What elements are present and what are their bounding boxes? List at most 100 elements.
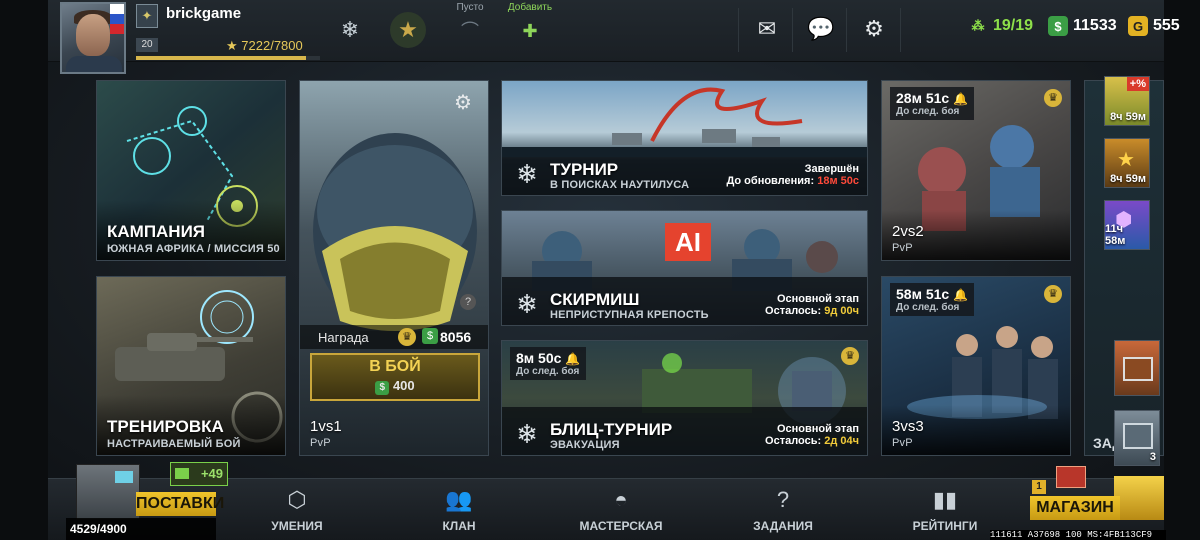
campaign-card[interactable]: КАМПАНИЯ ЮЖНАЯ АФРИКА / МИССИЯ 50	[96, 80, 286, 261]
skirmish-card[interactable]: AI ❄ СКИРМИШ НЕПРИСТУПНАЯ КРЕПОСТЬ Основ…	[501, 210, 868, 326]
blitz-card[interactable]: 8м 50с 🔔 До след. боя ♛ ❄ БЛИЦ-ТУРНИР ЭВ…	[501, 340, 868, 456]
left-edge	[0, 0, 48, 540]
mode-3vs3-type: PvP	[892, 437, 913, 449]
empty-slot[interactable]: Пусто ⌒	[440, 2, 500, 58]
clan-emblem-icon[interactable]: ❄	[332, 12, 368, 48]
crate-offer[interactable]: 3	[1114, 410, 1160, 466]
bell-icon[interactable]: 🔔	[953, 92, 968, 106]
empty-slot-icon: ⌒	[461, 21, 479, 41]
energy-counter[interactable]: ⁂ 19/19	[968, 14, 1034, 38]
partial-card[interactable]: ЗАД	[1084, 80, 1164, 456]
shop-chest-icon	[1056, 466, 1086, 488]
gold-counter[interactable]: G 555	[1128, 14, 1180, 38]
blitz-timer-label: До след. боя	[516, 366, 580, 377]
card-settings-icon[interactable]: ⚙	[448, 87, 478, 117]
battle-cost-value: 400	[392, 378, 415, 393]
crate-count: 3	[1149, 451, 1156, 463]
mail-icon[interactable]: ✉	[748, 10, 786, 48]
energy-value: 19/19	[993, 17, 1034, 34]
offer-time: 11ч 58м	[1105, 223, 1126, 247]
medal-icon[interactable]: ★	[390, 12, 426, 48]
player-level: 20	[136, 38, 158, 52]
battle-cost: $ 400	[312, 378, 478, 395]
battle-button[interactable]: В БОЙ $ 400	[310, 353, 480, 401]
skirmish-status: Основной этап Осталось: 9д 00ч	[765, 293, 859, 317]
money-counter[interactable]: $ 11533	[1048, 14, 1117, 38]
gear-icon[interactable]: ⚙	[855, 10, 893, 48]
xp-bar-fill	[136, 56, 307, 60]
offer-time: 8ч 59м	[1110, 111, 1146, 123]
campaign-title: КАМПАНИЯ	[107, 222, 206, 241]
supplies-bonus[interactable]: +49	[170, 462, 228, 486]
reward-value: 8056	[440, 329, 472, 345]
money-icon: $	[422, 328, 438, 344]
pvp-2vs2-card[interactable]: 28м 51с 🔔 До след. боя ♛ 2vs2 PvP	[881, 80, 1071, 261]
cup-icon: ♛	[398, 328, 416, 346]
supplies-bonus-value: +49	[200, 466, 223, 481]
tournament-card[interactable]: ❄ ТУРНИР В ПОИСКАХ НАУТИЛУСА Завершён До…	[501, 80, 868, 196]
energy-icon: ⁂	[971, 18, 985, 33]
blitz-left-time: 2д 04ч	[824, 435, 859, 447]
skirmish-title: СКИРМИШ	[550, 290, 640, 309]
nav-workshop[interactable]: ◓ МАСТЕРСКАЯ	[566, 485, 676, 537]
offer-gold-badge[interactable]: ★ 8ч 59м	[1104, 138, 1150, 188]
offer-time: 8ч 59м	[1110, 173, 1146, 185]
nav-ratings-label: РЕЙТИНГИ	[912, 519, 978, 533]
mode-2vs2: 2vs2	[892, 223, 924, 240]
reward-row: Награда ♛ $ 8056	[300, 325, 488, 349]
offer-tokens-badge[interactable]: ⬢ 11ч 58м	[1104, 200, 1150, 250]
supplies-label: ПОСТАВКИ	[136, 492, 224, 516]
pvp2-timer: 28м 51с 🔔 До след. боя	[890, 87, 975, 120]
offer-money-badge[interactable]: +% 8ч 59м	[1104, 76, 1150, 126]
mode-1vs1: 1vs1	[310, 418, 342, 435]
bar-chart-icon: ▮▮	[932, 487, 958, 512]
supply-crate-icon	[76, 464, 140, 520]
flag-icon	[110, 4, 124, 34]
player-xp: ★ 7222/7800	[226, 38, 303, 53]
chat-icon[interactable]: 💬	[802, 10, 840, 48]
battle-button-label: В БОЙ	[369, 358, 421, 375]
chest-offer[interactable]	[1114, 340, 1160, 396]
player-name: brickgame	[166, 5, 242, 22]
pvp2-timer-value: 28м 51с	[896, 90, 950, 106]
help-icon[interactable]: ?	[460, 294, 476, 310]
mode-2vs2-type: PvP	[892, 242, 913, 254]
ai-badge: AI	[665, 223, 711, 261]
add-slot-label: Добавить	[507, 2, 553, 13]
shop-badge: 1	[1032, 480, 1046, 494]
xp-bar	[136, 56, 320, 60]
pvp-1vs1-card[interactable]: ⚙ ? Награда ♛ $ 8056 В БОЙ $ 400 1vs1 Pv…	[299, 80, 489, 456]
nav-clan[interactable]: 👥 КЛАН	[404, 485, 514, 537]
money-icon: $	[375, 381, 390, 395]
bell-icon[interactable]: 🔔	[565, 352, 580, 366]
blitz-subtitle: ЭВАКУАЦИЯ	[550, 439, 620, 451]
gold-value: 555	[1153, 17, 1180, 34]
player-avatar[interactable]	[60, 2, 126, 74]
shop-button[interactable]: МАГАЗИН 1	[1030, 466, 1164, 526]
clan-icon: 👥	[445, 487, 473, 512]
training-card[interactable]: ТРЕНИРОВКА НАСТРАИВАЕМЫЙ БОЙ	[96, 276, 286, 456]
skirmish-left-label: Осталось:	[765, 305, 822, 317]
nav-workshop-label: МАСТЕРСКАЯ	[579, 519, 663, 533]
nav-skills[interactable]: ⬡ УМЕНИЯ	[242, 485, 352, 537]
crate-icon	[1123, 423, 1153, 449]
skills-icon: ⬡	[287, 487, 307, 512]
nav-tasks[interactable]: ? ЗАДАНИЯ	[728, 485, 838, 537]
tournament-title: ТУРНИР	[550, 160, 619, 179]
game-screen: ✦ 20 brickgame ★ 7222/7800 ❄ ★ Пусто ⌒ Д…	[0, 0, 1200, 540]
divider	[792, 8, 793, 52]
supplies-count: 4529/4900	[66, 518, 216, 540]
divider	[900, 8, 901, 52]
nav-tasks-label: ЗАДАНИЯ	[753, 519, 813, 533]
tournament-status-text: Завершён	[804, 163, 859, 175]
avatar-face	[76, 14, 110, 56]
add-slot[interactable]: Добавить ✚	[500, 2, 560, 58]
blitz-timer: 8м 50с 🔔 До след. боя	[510, 347, 587, 380]
divider	[738, 8, 739, 52]
pvp-3vs3-card[interactable]: 58м 51с 🔔 До след. боя ♛ 3vs3 PvP	[881, 276, 1071, 456]
nav-ratings[interactable]: ▮▮ РЕЙТИНГИ	[890, 485, 1000, 537]
tournament-update-time: 18м 50с	[817, 175, 859, 187]
plus-icon: ✚	[522, 21, 538, 41]
cup-icon: ♛	[1044, 89, 1062, 107]
bell-icon[interactable]: 🔔	[953, 288, 968, 302]
